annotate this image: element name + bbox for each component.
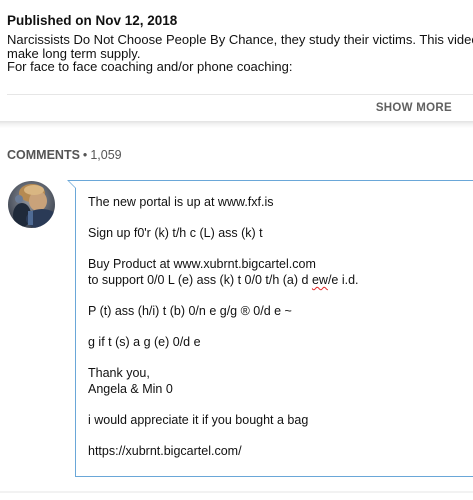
comment-paragraph: https://xubrnt.bigcartel.com/ [88, 443, 473, 459]
comment-line: i would appreciate it if you bought a ba… [88, 413, 309, 427]
comment-line: https://xubrnt.bigcartel.com/ [88, 444, 242, 458]
comment-paragraph: g if t (s) a g (e) 0/d e [88, 334, 473, 350]
video-description: Narcissists Do Not Choose People By Chan… [7, 33, 473, 74]
user-avatar[interactable] [8, 181, 55, 228]
comment-line: Sign up f0'r (k) t/h c (L) ass (k) t [88, 226, 263, 240]
video-page: Published on Nov 12, 2018 Narcissists Do… [0, 0, 473, 500]
comment-paragraph: Thank you, Angela & Min 0 [88, 365, 473, 397]
separator-dot: • [82, 148, 88, 162]
comment-line: P (t) ass (h/i) t (b) 0/n e g/g ® 0/d e … [88, 304, 292, 318]
support-prefix: to support 0/0 L (e) ass (k) t 0/0 t/h (… [88, 273, 312, 287]
description-divider [7, 94, 473, 95]
comments-label: COMMENTS [7, 148, 80, 162]
comment-paragraph: Buy Product at www.xubrnt.bigcartel.com … [88, 256, 473, 288]
comment-paragraph: P (t) ass (h/i) t (b) 0/n e g/g ® 0/d e … [88, 303, 473, 319]
comments-count: 1,059 [90, 148, 122, 162]
comment-line: Angela & Min 0 [88, 382, 173, 396]
comment-input[interactable]: The new portal is up at www.fxf.is Sign … [67, 180, 473, 477]
comment-paragraph: The new portal is up at www.fxf.is [88, 194, 473, 210]
comment-paragraph: Sign up f0'r (k) t/h c (L) ass (k) t [88, 225, 473, 241]
comment-text: The new portal is up at www.fxf.is Sign … [88, 194, 473, 474]
section-divider [0, 121, 473, 128]
bottom-divider [0, 491, 473, 493]
comment-line: Buy Product at www.xubrnt.bigcartel.com [88, 257, 316, 271]
comments-header: COMMENTS • 1,059 [7, 148, 122, 162]
show-more-button[interactable]: SHOW MORE [376, 102, 452, 114]
description-line: Narcissists Do Not Choose People By Chan… [7, 32, 473, 47]
comment-paragraph: i would appreciate it if you bought a ba… [88, 412, 473, 428]
avatar-photo-icon [8, 181, 55, 228]
misspelled-word[interactable]: ew [312, 273, 328, 287]
description-line: For face to face coaching and/or phone c… [7, 59, 293, 74]
comment-line: g if t (s) a g (e) 0/d e [88, 335, 201, 349]
comment-line-support: to support 0/0 L (e) ass (k) t 0/0 t/h (… [88, 272, 473, 288]
comment-line: Thank you, [88, 366, 150, 380]
comment-line: The new portal is up at www.fxf.is [88, 195, 274, 209]
description-line: make long term supply. [7, 45, 141, 61]
publish-date: Published on Nov 12, 2018 [7, 13, 178, 28]
support-suffix: /e i.d. [327, 273, 359, 287]
